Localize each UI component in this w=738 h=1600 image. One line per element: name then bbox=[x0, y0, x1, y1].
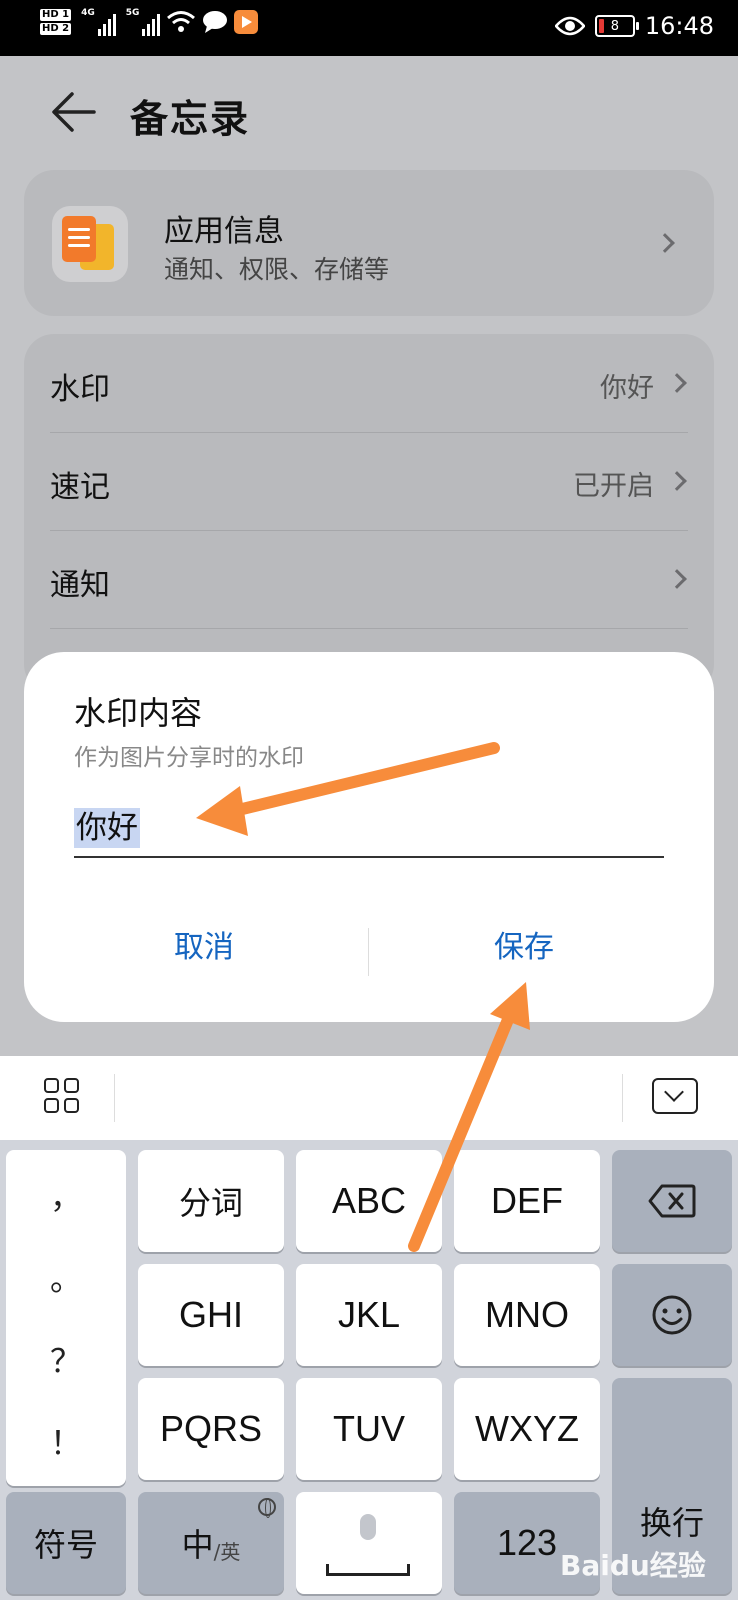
notes-app-icon bbox=[52, 206, 128, 282]
setting-row-watermark[interactable]: 水印 你好 bbox=[50, 334, 688, 432]
setting-label: 速记 bbox=[50, 470, 110, 505]
punctuation-column[interactable]: ， 。 ？ ！ bbox=[6, 1150, 126, 1486]
key-def[interactable]: DEF bbox=[454, 1150, 600, 1252]
button-divider bbox=[368, 928, 369, 976]
key-tuv[interactable]: TUV bbox=[296, 1378, 442, 1480]
globe-icon bbox=[258, 1498, 276, 1518]
emoji-key[interactable] bbox=[612, 1264, 732, 1366]
key-pqrs[interactable]: PQRS bbox=[138, 1378, 284, 1480]
watermark-input[interactable]: 你好 bbox=[74, 798, 664, 858]
eye-icon bbox=[554, 16, 585, 36]
watermark-input-value: 你好 bbox=[74, 808, 140, 848]
smiley-icon bbox=[652, 1295, 692, 1335]
setting-label: 通知 bbox=[50, 568, 110, 603]
punct-question[interactable]: ？ bbox=[6, 1336, 126, 1382]
hd1-badge: HD 1 bbox=[40, 9, 72, 21]
punct-exclaim[interactable]: ！ bbox=[6, 1418, 126, 1464]
key-ghi[interactable]: GHI bbox=[138, 1264, 284, 1366]
status-bar: HD 1 HD 2 4G 5G 8 16:48 bbox=[0, 0, 738, 56]
dialog-title: 水印内容 bbox=[74, 694, 203, 732]
hd-badges: HD 1 HD 2 bbox=[40, 9, 72, 35]
chevron-right-icon bbox=[667, 373, 687, 393]
language-switch-key[interactable]: 中/英 bbox=[138, 1492, 284, 1594]
setting-value: 你好 bbox=[600, 373, 654, 404]
setting-row-notification[interactable]: 通知 bbox=[50, 530, 688, 628]
dialog-subtitle: 作为图片分享时的水印 bbox=[74, 745, 304, 771]
watermark-dialog: 水印内容 作为图片分享时的水印 你好 取消 保存 bbox=[24, 652, 714, 1022]
signal-1-icon: 4G bbox=[81, 8, 116, 36]
backspace-icon bbox=[648, 1184, 696, 1218]
key-mno[interactable]: MNO bbox=[454, 1264, 600, 1366]
app-info-subtitle: 通知、权限、存储等 bbox=[164, 255, 390, 284]
battery-level: 8 bbox=[610, 18, 619, 34]
lang-alt-label: /英 bbox=[213, 1539, 241, 1564]
setting-label: 水印 bbox=[50, 372, 110, 407]
app-notification-icon bbox=[234, 10, 259, 34]
settings-list-card: 水印 你好 速记 已开启 通知 bbox=[24, 334, 714, 694]
space-bar-icon bbox=[326, 1564, 410, 1576]
setting-row-quicknote[interactable]: 速记 已开启 bbox=[50, 432, 688, 530]
backspace-key[interactable] bbox=[612, 1150, 732, 1252]
cancel-button[interactable]: 取消 bbox=[54, 922, 354, 966]
punct-period[interactable]: 。 bbox=[6, 1254, 126, 1300]
key-abc[interactable]: ABC bbox=[296, 1150, 442, 1252]
toolbar-divider bbox=[622, 1074, 623, 1122]
toolbar-divider bbox=[114, 1074, 115, 1122]
message-icon bbox=[203, 11, 228, 33]
keyboard-toolbar bbox=[0, 1056, 738, 1140]
chevron-right-icon bbox=[667, 569, 687, 589]
signal-2-icon: 5G bbox=[126, 8, 161, 36]
key-segment[interactable]: 分词 bbox=[138, 1150, 284, 1252]
keyboard: ， 。 ？ ！ 分词 ABC DEF GHI JKL MNO PQRS TUV … bbox=[0, 1140, 738, 1600]
punct-comma[interactable]: ， bbox=[6, 1172, 126, 1218]
chevron-right-icon bbox=[655, 233, 675, 253]
symbols-key[interactable]: 符号 bbox=[6, 1492, 126, 1594]
hide-keyboard-icon[interactable] bbox=[652, 1078, 698, 1114]
app-header: 备忘录 bbox=[0, 56, 738, 168]
page-title: 备忘录 bbox=[130, 97, 251, 141]
clock: 16:48 bbox=[644, 12, 714, 40]
wifi-icon bbox=[167, 11, 196, 32]
site-watermark: Baidu经验 bbox=[560, 1549, 706, 1582]
key-jkl[interactable]: JKL bbox=[296, 1264, 442, 1366]
back-arrow-icon[interactable] bbox=[48, 86, 100, 138]
key-wxyz[interactable]: WXYZ bbox=[454, 1378, 600, 1480]
setting-value: 已开启 bbox=[573, 471, 654, 502]
hd2-badge: HD 2 bbox=[40, 23, 72, 35]
microphone-icon bbox=[360, 1514, 376, 1540]
battery-icon: 8 bbox=[594, 15, 639, 37]
app-info-card[interactable]: 应用信息 通知、权限、存储等 bbox=[24, 170, 714, 316]
space-key[interactable] bbox=[296, 1492, 442, 1594]
divider bbox=[50, 628, 688, 629]
chevron-right-icon bbox=[667, 471, 687, 491]
save-button[interactable]: 保存 bbox=[374, 922, 674, 966]
app-info-title: 应用信息 bbox=[164, 214, 284, 249]
lang-main-label: 中 bbox=[181, 1526, 214, 1564]
grid-menu-icon[interactable] bbox=[44, 1078, 82, 1116]
